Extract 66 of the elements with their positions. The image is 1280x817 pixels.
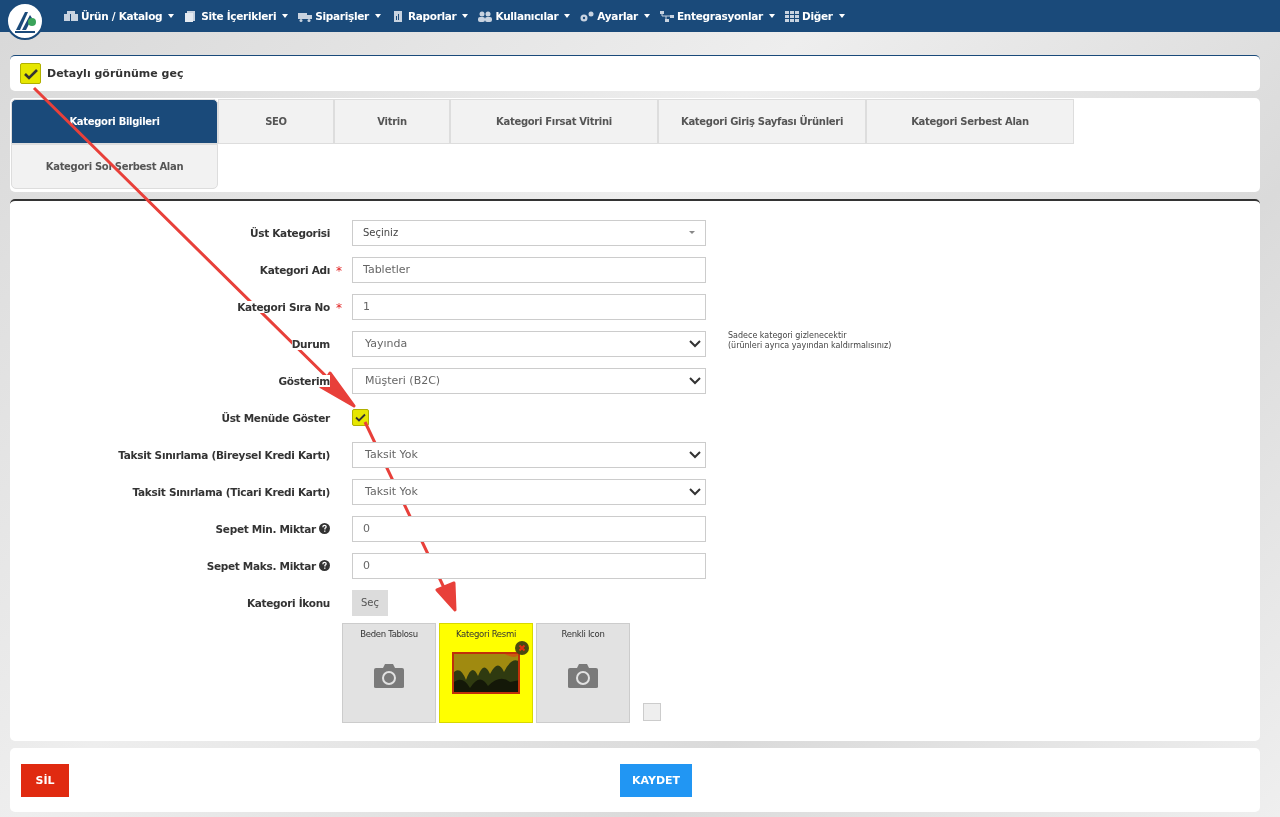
image-card[interactable]: Renkli Icon	[536, 623, 630, 723]
tab[interactable]: Kategori Giriş Sayfası Ürünleri	[658, 99, 866, 144]
image-card-title: Renkli Icon	[561, 629, 605, 639]
required-asterisk: *	[336, 301, 342, 315]
dropdown[interactable]: Yayında	[352, 330, 706, 357]
help-icon[interactable]	[319, 523, 330, 534]
field-label: Kategori İkonu	[246, 596, 330, 609]
nav-menu-item[interactable]: Site İçerikleri	[182, 10, 291, 22]
dropdown[interactable]: Taksit Yok	[352, 478, 706, 505]
text-field[interactable]: 0	[352, 552, 706, 579]
image-card-title: Kategori Resmi	[456, 629, 516, 639]
field-label: Taksit Sınırlama (Bireysel Kredi Kartı)	[118, 448, 330, 461]
nav-menu-item[interactable]: Siparişler	[296, 10, 383, 22]
dropdown[interactable]: Seçiniz	[352, 219, 706, 246]
field-label: Üst Kategorisi	[250, 226, 330, 239]
text-field[interactable]: 0	[352, 515, 706, 542]
check-icon	[23, 67, 38, 80]
network-icon	[660, 10, 674, 22]
remove-icon[interactable]	[515, 641, 529, 655]
users-icon	[478, 10, 493, 22]
tab[interactable]: SEO	[218, 99, 334, 144]
grid-icon	[785, 10, 799, 22]
hint-text: Sadece kategori gizlenecektir (ürünleri ayrıca yayından kaldırmalısınız)	[728, 330, 892, 353]
checkbox[interactable]	[352, 409, 369, 426]
camera-icon	[373, 663, 405, 689]
image-card[interactable]: Beden Tablosu	[342, 623, 436, 723]
help-icon[interactable]	[319, 560, 330, 571]
dropdown[interactable]: Taksit Yok	[352, 441, 706, 468]
chevron-down-icon	[689, 376, 701, 385]
nav-menu-item[interactable]: Diğer	[783, 10, 847, 22]
tab[interactable]: Kategori Bilgileri	[11, 99, 218, 144]
tab[interactable]: Kategori Fırsat Vitrini	[450, 99, 658, 144]
text-field[interactable]: 1	[352, 293, 706, 320]
tab[interactable]: Kategori Serbest Alan	[866, 99, 1074, 144]
truck-icon	[298, 10, 313, 22]
field-label: Sepet Min. Miktar	[215, 522, 316, 535]
nav-menu-item[interactable]: Ayarlar	[578, 10, 652, 22]
dropdown[interactable]: Müşteri (B2C)	[352, 367, 706, 394]
boxes-icon	[64, 10, 78, 22]
tab[interactable]: Vitrin	[334, 99, 450, 144]
field-label: Sepet Maks. Miktar	[206, 559, 316, 572]
image-card-title: Beden Tablosu	[360, 629, 418, 639]
required-asterisk: *	[336, 264, 342, 278]
camera-icon	[567, 663, 599, 689]
text-field[interactable]: Tabletler	[352, 256, 706, 283]
image-card[interactable]: Kategori Resmi	[439, 623, 533, 723]
chevron-down-icon	[689, 487, 701, 496]
field-label: Kategori Adı	[259, 263, 330, 276]
field-label: Durum	[291, 337, 330, 350]
checkbox-label: Detaylı görünüme geç	[47, 67, 184, 80]
choose-button[interactable]: Seç	[352, 589, 388, 616]
nav-menu-item[interactable]: Entegrasyonlar	[658, 10, 777, 22]
check-icon	[355, 413, 366, 422]
nav-menu-item[interactable]: Ürün / Katalog	[62, 10, 177, 22]
nav-menu-item[interactable]: Kullanıcılar	[476, 10, 573, 22]
checkbox[interactable]	[20, 63, 41, 84]
field-label: Üst Menüde Göster	[221, 411, 330, 424]
checkbox[interactable]	[643, 703, 661, 721]
field-label: Taksit Sınırlama (Ticari Kredi Kartı)	[132, 485, 330, 498]
nav-menu-item[interactable]: Raporlar	[388, 10, 471, 22]
chevron-down-icon	[689, 339, 701, 348]
gears-icon	[580, 10, 595, 22]
delete-button[interactable]: SİL	[21, 763, 69, 797]
field-label: Gösterim	[278, 374, 330, 387]
chevron-down-icon	[689, 450, 701, 459]
field-label: Kategori Sıra No	[237, 300, 330, 313]
